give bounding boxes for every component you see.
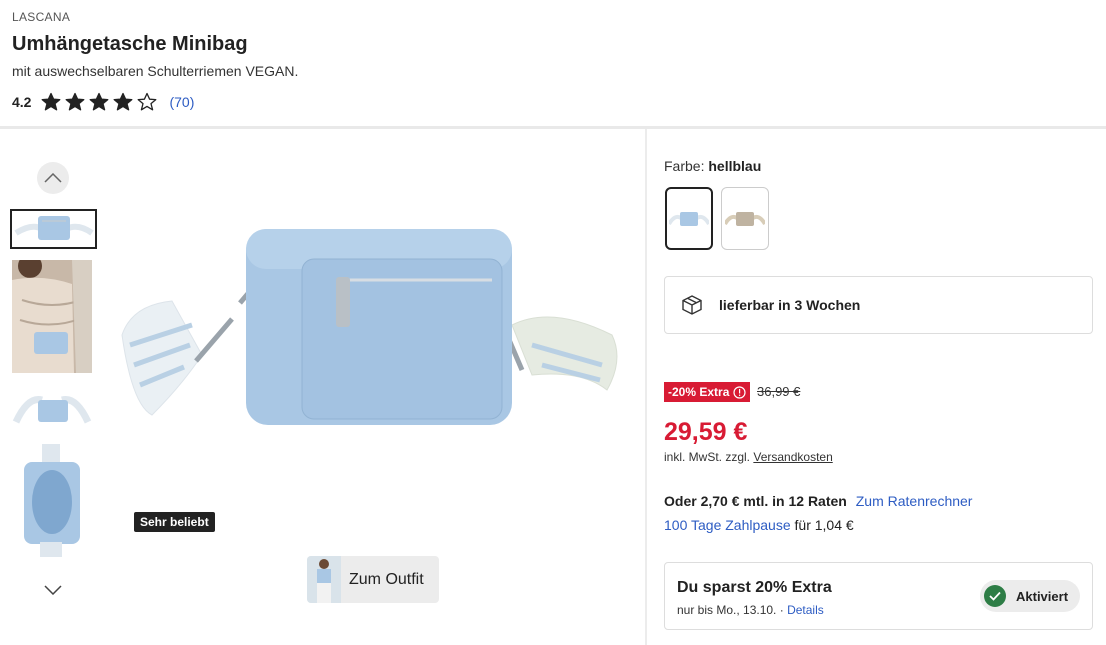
gallery-down-button[interactable]: [37, 574, 69, 606]
model-thumbnail-image: [12, 260, 92, 373]
installment-text: Oder 2,70 € mtl. in 12 Raten: [664, 493, 847, 509]
chevron-down-icon: [44, 585, 62, 595]
outfit-button[interactable]: Zum Outfit: [307, 556, 439, 603]
chevron-up-icon: [44, 173, 62, 183]
savings-title: Du sparst 20% Extra: [677, 579, 832, 596]
rating-stars: [41, 92, 157, 112]
star-filled-icon: [90, 92, 109, 111]
savings-details-link[interactable]: Details: [787, 603, 824, 617]
star-empty-icon: [138, 92, 157, 111]
tax-prefix: inkl. MwSt. zzgl.: [664, 450, 751, 464]
payment-pause-line: 100 Tage Zahlpause für 1,04 €: [664, 517, 854, 533]
bag-strap-thumbnail-image: [12, 386, 92, 431]
color-swatch-beige[interactable]: [721, 187, 769, 250]
savings-box: Du sparst 20% Extra nur bis Mo., 13.10. …: [664, 562, 1093, 630]
rating-count-link[interactable]: (70): [169, 94, 194, 110]
delivery-info-box: lieferbar in 3 Wochen: [664, 276, 1093, 334]
payment-pause-suffix: für 1,04 €: [794, 517, 854, 533]
product-subtitle: mit auswechselbaren Schulterriemen VEGAN…: [12, 63, 299, 79]
delivery-text: lieferbar in 3 Wochen: [719, 297, 861, 313]
bag-thumbnail-image: [12, 211, 95, 247]
activated-label: Aktiviert: [1016, 588, 1069, 604]
gallery-up-button[interactable]: [37, 162, 69, 194]
savings-deadline: nur bis Mo., 13.10. ·: [677, 603, 784, 617]
star-filled-icon: [42, 92, 61, 111]
activated-toggle[interactable]: Aktiviert: [980, 580, 1080, 612]
rating-row: 4.2 (70): [12, 91, 194, 113]
discount-badge-label: -20% Extra: [668, 385, 730, 399]
brand-name[interactable]: LASCANA: [12, 10, 70, 24]
color-label-prefix: Farbe:: [664, 158, 705, 174]
outfit-button-label: Zum Outfit: [349, 570, 424, 588]
column-divider: [645, 129, 647, 645]
discount-badge[interactable]: -20% Extra: [664, 382, 751, 402]
star-filled-icon: [114, 92, 133, 111]
shipping-costs-link[interactable]: Versandkosten: [753, 450, 832, 464]
rating-value: 4.2: [12, 94, 32, 110]
popular-badge: Sehr beliebt: [134, 512, 215, 532]
bag-illustration: [121, 229, 618, 425]
outfit-model-image: [307, 556, 341, 603]
color-label: Farbe: hellblau: [664, 158, 761, 174]
selected-color-name: hellblau: [708, 158, 762, 174]
savings-subtitle: nur bis Mo., 13.10. · Details: [677, 603, 824, 617]
bag-beige-swatch-image: [725, 211, 765, 226]
thumbnail-2[interactable]: [12, 260, 92, 373]
header-divider: [0, 126, 1106, 129]
current-price: 29,59 €: [664, 418, 748, 446]
thumbnail-3[interactable]: [12, 386, 92, 431]
installment-calculator-link[interactable]: Zum Ratenrechner: [856, 493, 973, 509]
installment-line: Oder 2,70 € mtl. in 12 Raten Zum Ratenre…: [664, 493, 972, 509]
main-product-image[interactable]: [112, 185, 632, 445]
tax-line: inkl. MwSt. zzgl. Versandkosten: [664, 450, 833, 464]
payment-pause-link[interactable]: 100 Tage Zahlpause: [664, 517, 791, 533]
check-icon: [984, 585, 1006, 607]
product-title: Umhängetasche Minibag: [12, 33, 248, 55]
info-icon: [733, 385, 746, 399]
product-header: LASCANA Umhängetasche Minibag mit auswec…: [0, 0, 1106, 126]
bag-open-thumbnail-image: [12, 444, 92, 557]
package-icon: [682, 295, 702, 315]
thumbnail-1[interactable]: [10, 209, 97, 249]
bag-blue-swatch-image: [669, 211, 709, 226]
outfit-thumbnail: [307, 556, 341, 603]
old-price: 36,99 €: [757, 384, 801, 399]
thumbnail-4[interactable]: [12, 444, 92, 557]
star-filled-icon: [66, 92, 85, 111]
color-swatch-hellblau[interactable]: [665, 187, 713, 250]
